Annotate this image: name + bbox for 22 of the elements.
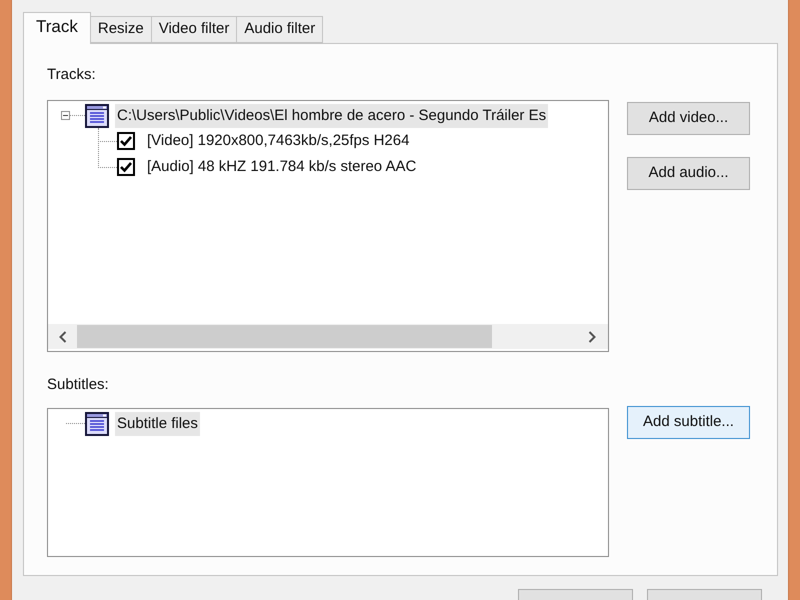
chevron-right-icon[interactable] <box>588 330 596 342</box>
scrollbar-track[interactable] <box>48 324 608 349</box>
action-button[interactable]: Add subtitle... <box>627 406 750 439</box>
list-icon <box>85 104 109 128</box>
scrollbar-thumb[interactable] <box>77 325 492 348</box>
checkbox[interactable] <box>117 132 135 150</box>
tab[interactable]: Track <box>23 12 91 44</box>
tab[interactable]: Video filter <box>150 16 238 43</box>
section-label: Subtitles: <box>47 376 109 394</box>
tree-item-text[interactable]: [Video] 1920x800,7463kb/s,25fps H264 <box>145 129 412 153</box>
tree-item-text[interactable]: [Audio] 48 kHZ 191.784 kb/s stereo AAC <box>145 155 418 179</box>
tab[interactable]: Audio filter <box>236 16 324 43</box>
list-icon <box>85 412 109 436</box>
tree-item-text[interactable]: C:\Users\Public\Videos\El hombre de acero - Segundo Tráiler Es <box>115 104 548 128</box>
action-button[interactable]: Add video... <box>627 102 750 135</box>
tab[interactable]: Resize <box>90 16 152 43</box>
section-label: Tracks: <box>47 66 96 84</box>
checkbox[interactable] <box>117 158 135 176</box>
collapse-icon[interactable] <box>61 111 70 120</box>
action-button[interactable]: Add audio... <box>627 157 750 190</box>
chevron-left-icon[interactable] <box>58 330 66 342</box>
tree-item-text[interactable]: Subtitle files <box>115 412 200 436</box>
